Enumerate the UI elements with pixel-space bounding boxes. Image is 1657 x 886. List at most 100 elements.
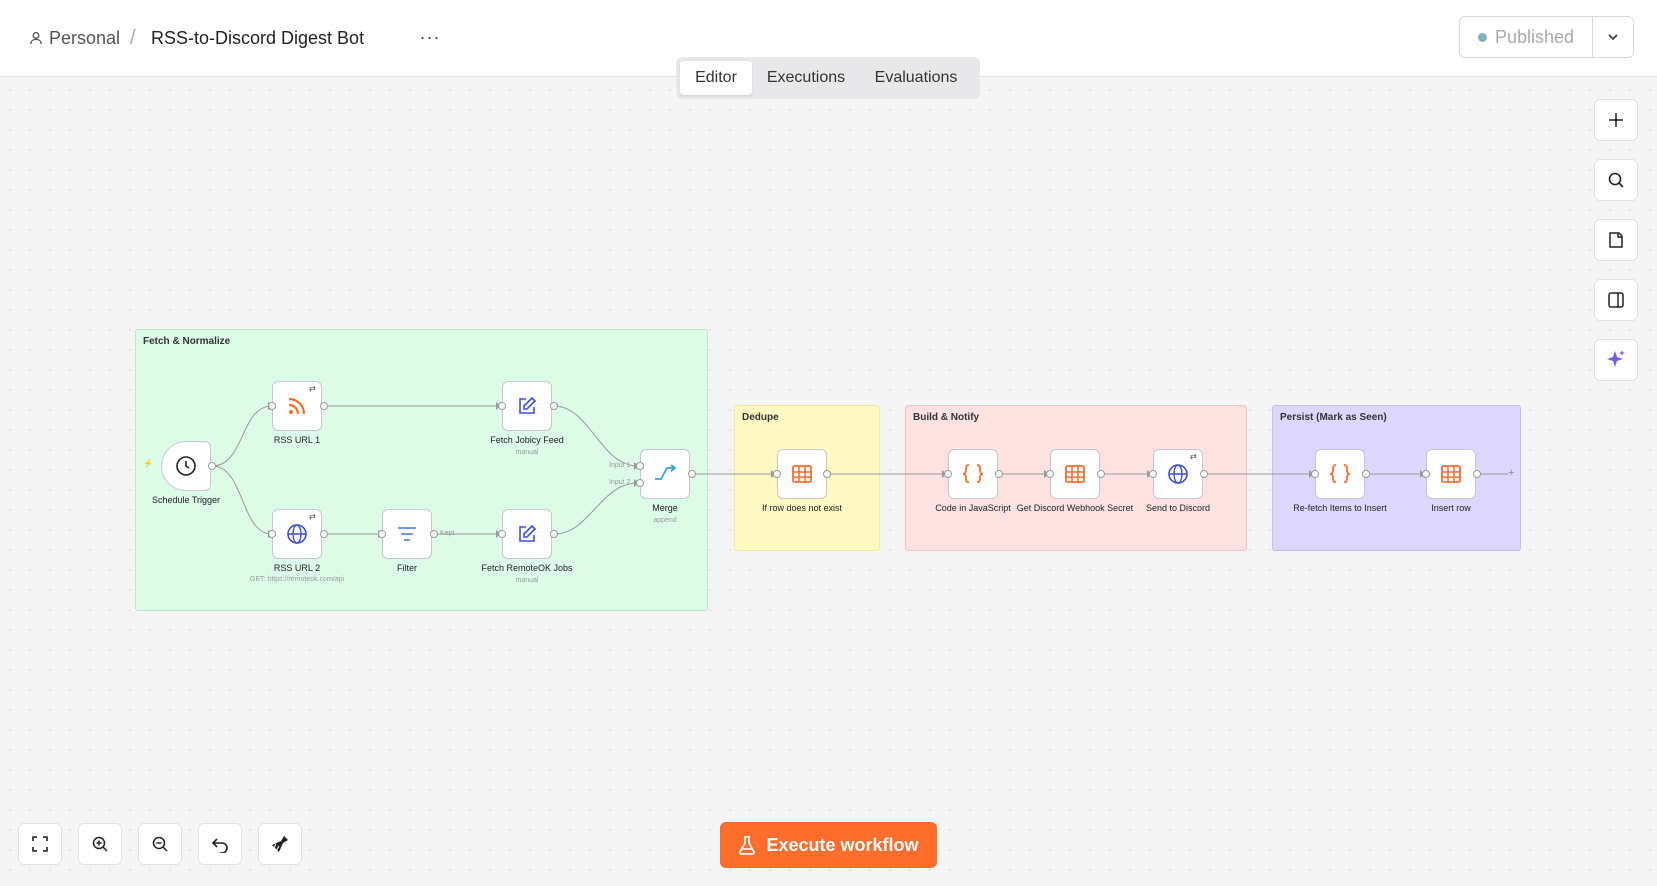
table-icon <box>792 465 812 483</box>
flask-icon <box>739 836 756 855</box>
table-icon <box>1065 465 1085 483</box>
input-port[interactable] <box>1422 470 1430 478</box>
output-port[interactable] <box>320 402 328 410</box>
input-port[interactable] <box>1046 470 1054 478</box>
add-next-node-icon[interactable]: + <box>1508 467 1514 479</box>
node-refetch-items[interactable] <box>1315 449 1365 499</box>
input-port[interactable] <box>944 470 952 478</box>
broom-icon <box>272 836 288 852</box>
search-nodes-button[interactable] <box>1594 159 1638 201</box>
tab-evaluations[interactable]: Evaluations <box>860 61 972 95</box>
merge-icon <box>655 464 677 480</box>
zoom-out-button[interactable] <box>138 823 182 865</box>
edit-icon <box>519 524 537 542</box>
table-icon <box>1441 465 1461 483</box>
publish-status-label: Published <box>1494 26 1575 47</box>
undo-icon <box>211 838 228 853</box>
publish-button[interactable]: Published <box>1460 17 1593 57</box>
clock-icon <box>176 456 196 476</box>
output-port[interactable] <box>823 470 831 478</box>
node-if-row-not-exist[interactable] <box>777 449 827 499</box>
input-port[interactable] <box>498 402 506 410</box>
output-port[interactable] <box>1200 470 1208 478</box>
publish-dropdown-button[interactable] <box>1593 17 1633 57</box>
toggle-panel-button[interactable] <box>1594 279 1638 321</box>
braces-icon <box>962 464 984 483</box>
group-title: Dedupe <box>742 412 779 423</box>
breadcrumb-project[interactable]: Personal <box>29 24 120 52</box>
node-label: Get Discord Webhook Secret <box>1016 503 1134 513</box>
sticky-note-icon <box>1609 232 1623 248</box>
trigger-bolt-icon: ⚡ <box>143 459 153 468</box>
output-port[interactable] <box>208 462 216 470</box>
execute-workflow-button[interactable]: Execute workflow <box>720 822 937 868</box>
tidy-up-button[interactable] <box>258 823 302 865</box>
output-port[interactable] <box>1097 470 1105 478</box>
node-subtitle: manual <box>515 577 539 584</box>
user-icon <box>30 32 42 45</box>
output-port[interactable] <box>430 530 438 538</box>
input-port[interactable] <box>378 530 386 538</box>
undo-button[interactable] <box>198 823 242 865</box>
braces-icon <box>1329 464 1351 483</box>
node-label: Fetch RemoteOK Jobs <box>481 563 573 573</box>
view-tabs: Editor Executions Evaluations <box>676 57 980 99</box>
input-port-1[interactable] <box>636 462 644 470</box>
globe-icon <box>1168 464 1188 484</box>
node-get-webhook-secret[interactable] <box>1050 449 1100 499</box>
output-port[interactable] <box>550 530 558 538</box>
fit-view-button[interactable] <box>18 823 62 865</box>
node-fetch-remoteok-jobs[interactable] <box>502 509 552 559</box>
globe-icon <box>287 524 307 544</box>
edge-label-kept: Kept <box>440 530 455 537</box>
node-label: Send to Discord <box>1145 503 1211 513</box>
search-icon <box>1608 172 1624 188</box>
input-port[interactable] <box>1311 470 1319 478</box>
zoom-in-button[interactable] <box>78 823 122 865</box>
node-schedule-trigger[interactable] <box>161 441 211 491</box>
pinned-data-icon: ⇄ <box>309 512 316 521</box>
input-port[interactable] <box>268 402 276 410</box>
panel-icon <box>1608 292 1624 308</box>
output-port[interactable] <box>550 402 558 410</box>
node-insert-row[interactable] <box>1426 449 1476 499</box>
node-subtitle: manual <box>515 449 539 456</box>
group-title: Fetch & Normalize <box>143 336 231 347</box>
node-code-javascript[interactable] <box>948 449 998 499</box>
tab-executions[interactable]: Executions <box>752 61 860 95</box>
more-options-button[interactable]: ··· <box>415 22 445 52</box>
sparkle-icon <box>1607 350 1625 367</box>
output-port[interactable] <box>995 470 1003 478</box>
group-persist[interactable]: Persist (Mark as Seen) <box>1272 405 1521 551</box>
output-port[interactable] <box>1362 470 1370 478</box>
add-node-button[interactable] <box>1594 99 1638 141</box>
add-sticky-note-button[interactable] <box>1594 219 1638 261</box>
node-label: Insert row <box>1431 503 1471 513</box>
input-port[interactable] <box>268 530 276 538</box>
output-port[interactable] <box>320 530 328 538</box>
node-label: Filter <box>397 563 417 573</box>
node-filter[interactable] <box>382 509 432 559</box>
group-title: Persist (Mark as Seen) <box>1280 412 1387 423</box>
output-port[interactable] <box>1473 470 1481 478</box>
workflow-title[interactable]: RSS-to-Discord Digest Bot <box>151 24 364 52</box>
status-dot <box>1477 32 1487 42</box>
input-label-1: Input 1 <box>609 462 631 469</box>
node-label: Re-fetch Items to Insert <box>1293 503 1387 513</box>
node-label: If row does not exist <box>761 503 843 513</box>
filter-icon <box>398 527 416 541</box>
input-port[interactable] <box>1149 470 1157 478</box>
input-port[interactable] <box>773 470 781 478</box>
fit-view-icon <box>32 836 48 852</box>
node-label: RSS URL 2 <box>273 563 321 573</box>
node-fetch-jobicy-feed[interactable] <box>502 381 552 431</box>
node-merge[interactable] <box>640 449 690 499</box>
execute-workflow-label: Execute workflow <box>766 834 919 855</box>
zoom-in-icon <box>92 836 108 852</box>
output-port[interactable] <box>688 470 696 478</box>
input-port-2[interactable] <box>636 479 644 487</box>
ai-assistant-button[interactable] <box>1594 339 1638 381</box>
tab-editor[interactable]: Editor <box>680 61 752 95</box>
pinned-data-icon: ⇄ <box>1190 452 1197 461</box>
input-port[interactable] <box>498 530 506 538</box>
